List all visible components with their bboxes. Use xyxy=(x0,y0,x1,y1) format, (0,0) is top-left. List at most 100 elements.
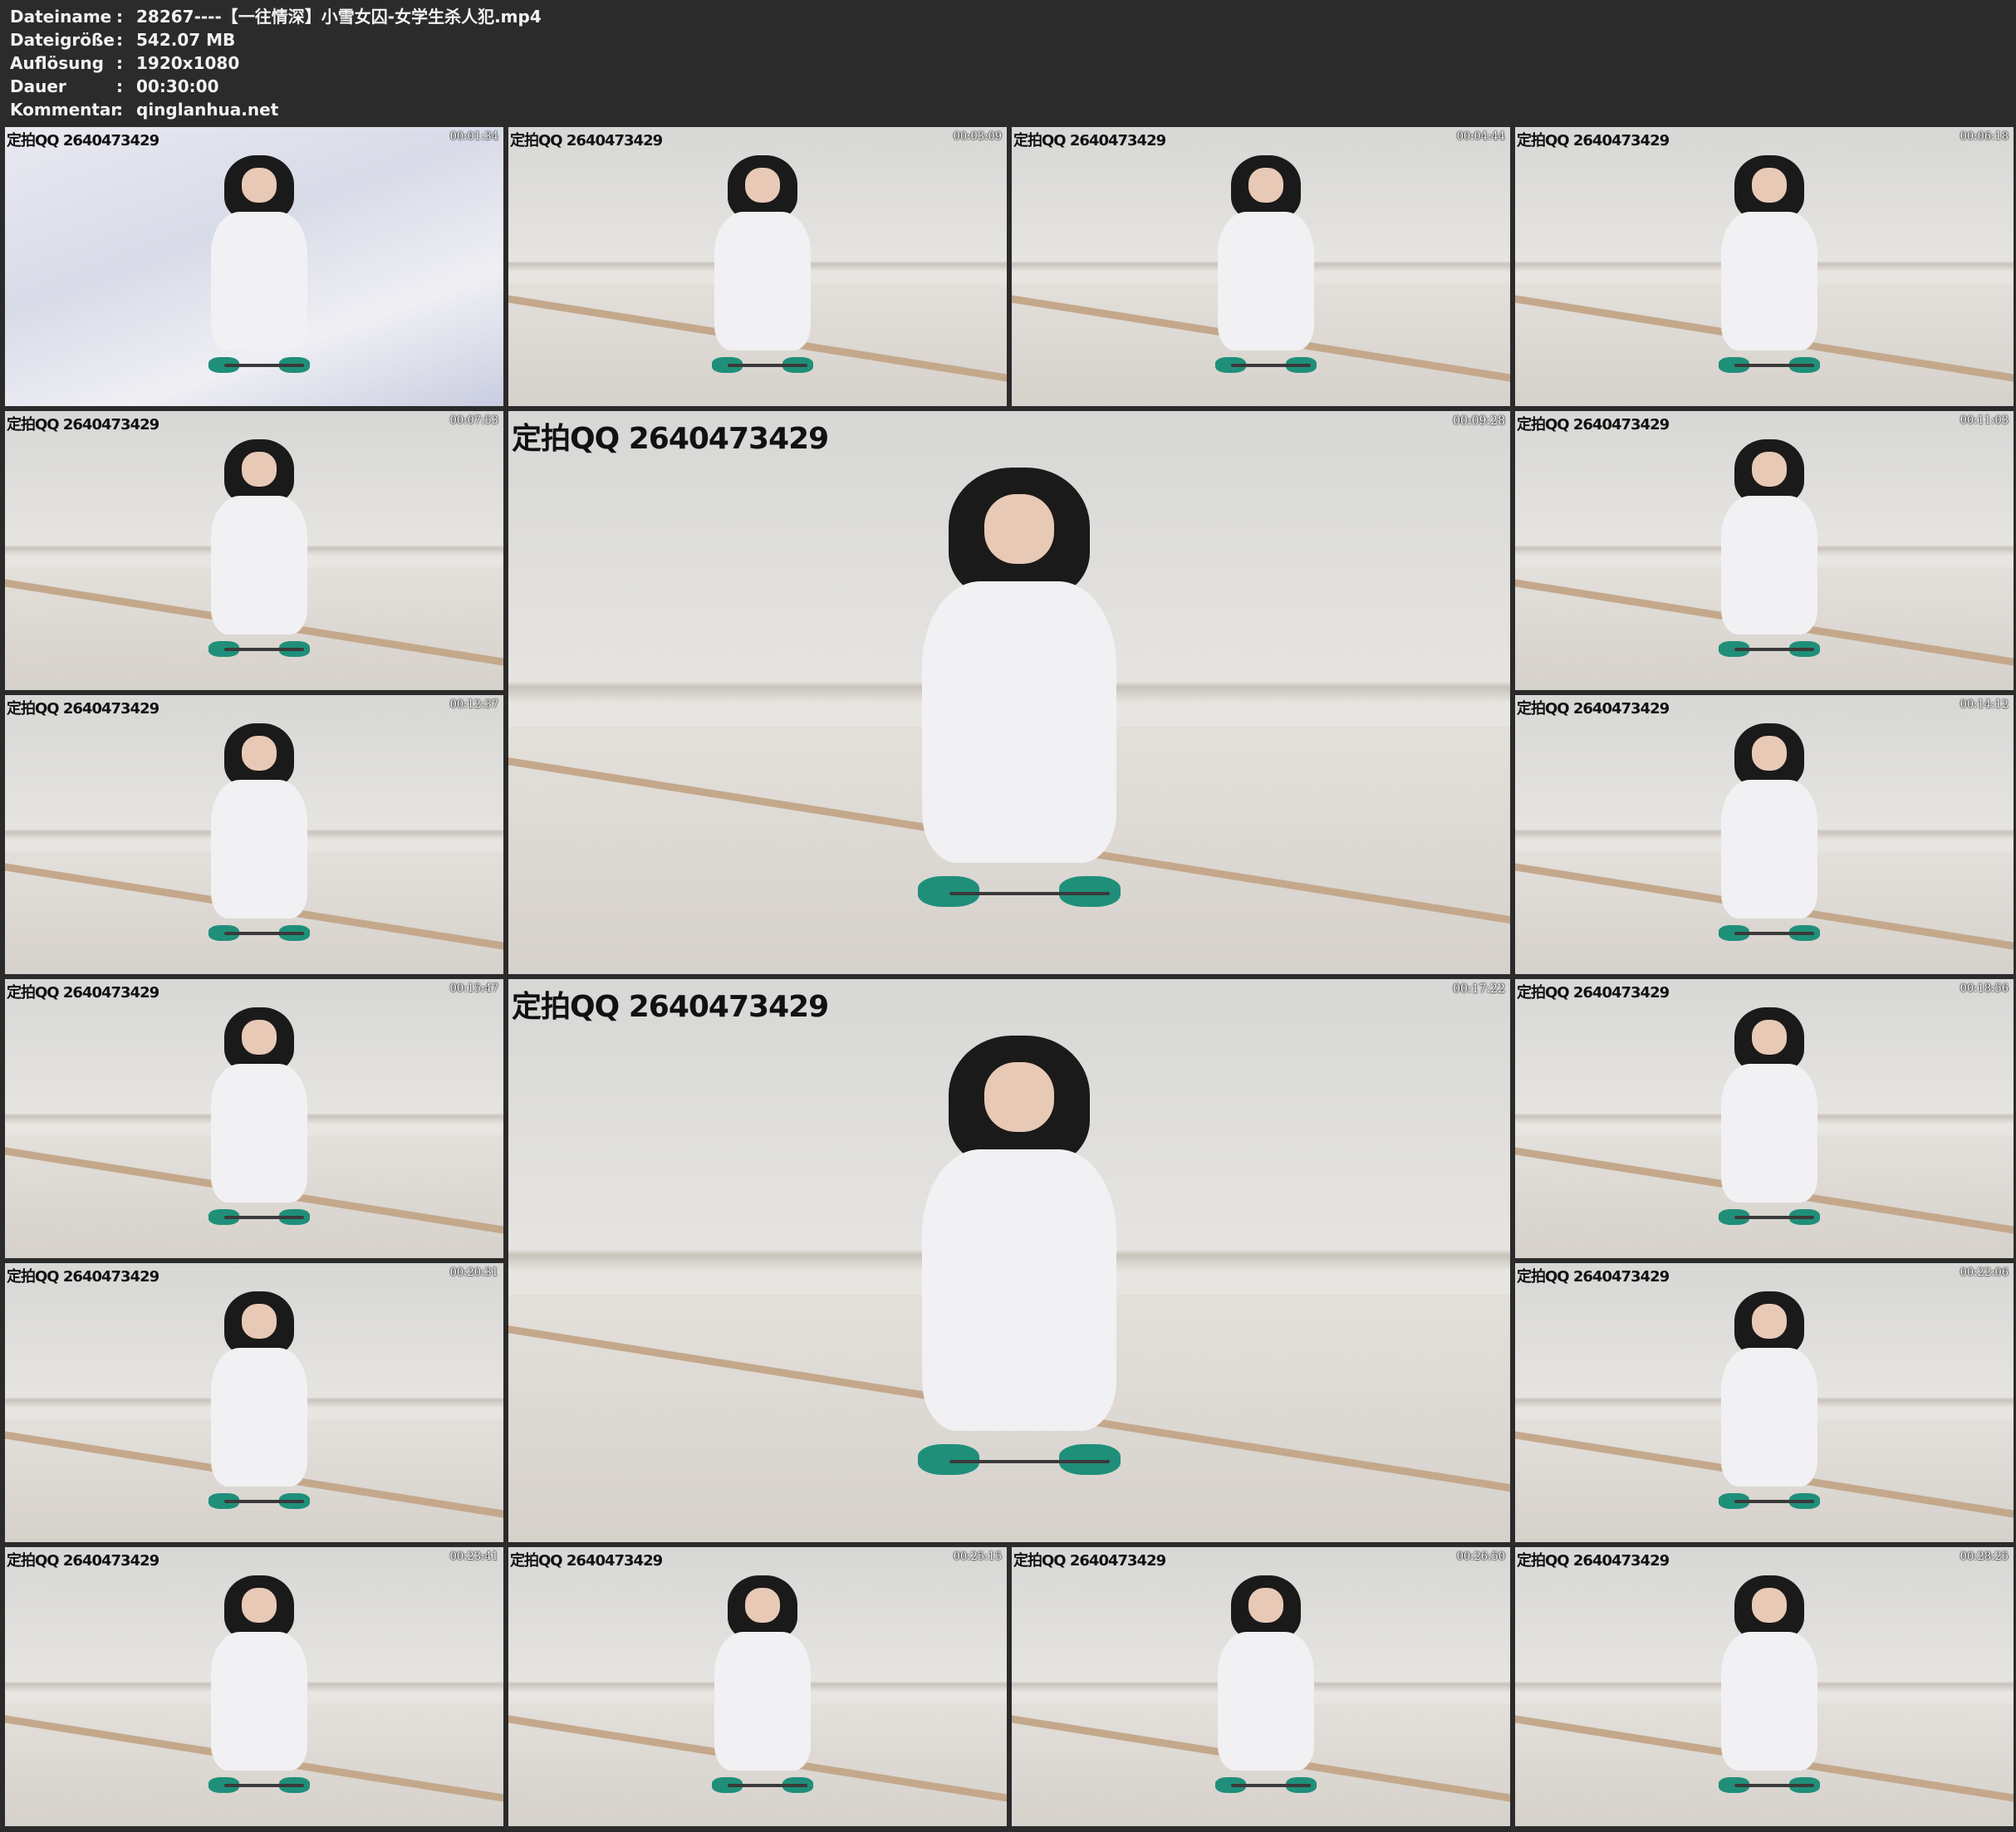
white-outfit xyxy=(922,581,1116,863)
face xyxy=(1751,1588,1788,1624)
person-figure xyxy=(1714,438,1824,657)
thumbnail-timestamp: 00:11:03 xyxy=(1960,414,2009,427)
thumbnail-timestamp: 00:23:41 xyxy=(449,1550,498,1563)
person-figure xyxy=(909,467,1129,907)
shackle-chain xyxy=(949,1460,1110,1464)
face xyxy=(1751,736,1788,771)
white-outfit xyxy=(210,779,308,919)
white-outfit xyxy=(1217,1631,1315,1771)
thumbnail-watermark: 定拍QQ 2640473429 xyxy=(1517,416,1670,434)
white-outfit xyxy=(1720,211,1818,351)
thumbnail-timestamp: 00:17:22 xyxy=(1453,982,1505,996)
shackle-chain xyxy=(1734,1215,1814,1219)
thumbnail-timestamp: 00:01:34 xyxy=(449,130,498,143)
white-outfit xyxy=(1720,1347,1818,1487)
thumbnail-grid: 定拍QQ 2640473429 00:01:34 定拍QQ 2640473429 00… xyxy=(0,0,2016,1832)
video-thumbnail[interactable]: 定拍QQ 2640473429 00:03:09 xyxy=(508,127,1007,406)
shackle-chain xyxy=(224,1783,304,1787)
shackle-chain xyxy=(949,892,1110,896)
thumbnail-watermark: 定拍QQ 2640473429 xyxy=(1517,132,1670,149)
face xyxy=(1751,1020,1788,1056)
shackle-chain xyxy=(224,1215,304,1219)
video-thumbnail[interactable]: 定拍QQ 2640473429 00:20:31 xyxy=(5,1263,503,1542)
person-figure xyxy=(204,1291,314,1509)
shackle-chain xyxy=(728,363,807,367)
thumbnail-watermark: 定拍QQ 2640473429 xyxy=(1517,1552,1670,1570)
thumbnail-timestamp: 00:07:53 xyxy=(449,414,498,427)
thumbnail-watermark: 定拍QQ 2640473429 xyxy=(7,700,159,718)
video-thumbnail[interactable]: 定拍QQ 2640473429 00:17:22 xyxy=(508,979,1510,1542)
thumbnail-watermark: 定拍QQ 2640473429 xyxy=(510,1552,663,1570)
thumbnail-watermark: 定拍QQ 2640473429 xyxy=(7,1552,159,1570)
video-thumbnail[interactable]: 定拍QQ 2640473429 00:07:53 xyxy=(5,411,503,690)
white-outfit xyxy=(1720,495,1818,635)
thumbnail-timestamp: 00:26:50 xyxy=(1456,1550,1505,1563)
thumbnail-watermark: 定拍QQ 2640473429 xyxy=(7,1268,159,1286)
person-figure xyxy=(204,1007,314,1225)
face xyxy=(241,736,277,771)
thumbnail-watermark: 定拍QQ 2640473429 xyxy=(510,132,663,149)
shackle-chain xyxy=(728,1783,807,1787)
face xyxy=(744,1588,781,1624)
video-thumbnail[interactable]: 定拍QQ 2640473429 00:12:37 xyxy=(5,695,503,974)
thumbnail-watermark: 定拍QQ 2640473429 xyxy=(7,416,159,434)
video-thumbnail[interactable]: 定拍QQ 2640473429 00:22:06 xyxy=(1515,1263,2014,1542)
person-figure xyxy=(708,1575,817,1793)
thumbnail-timestamp: 00:12:37 xyxy=(449,698,498,711)
video-thumbnail[interactable]: 定拍QQ 2640473429 00:01:34 xyxy=(5,127,503,406)
face xyxy=(241,168,277,203)
thumbnail-watermark: 定拍QQ 2640473429 xyxy=(7,132,159,149)
video-thumbnail[interactable]: 定拍QQ 2640473429 00:11:03 xyxy=(1515,411,2014,690)
video-thumbnail[interactable]: 定拍QQ 2640473429 00:14:12 xyxy=(1515,695,2014,974)
person-figure xyxy=(909,1035,1129,1475)
person-figure xyxy=(204,723,314,941)
face xyxy=(1248,1588,1284,1624)
person-figure xyxy=(708,154,817,373)
face xyxy=(1751,168,1788,203)
white-outfit xyxy=(210,1631,308,1771)
white-outfit xyxy=(714,211,812,351)
white-outfit xyxy=(1720,779,1818,919)
face xyxy=(241,1020,277,1056)
video-thumbnail[interactable]: 定拍QQ 2640473429 00:28:25 xyxy=(1515,1547,2014,1826)
video-thumbnail[interactable]: 定拍QQ 2640473429 00:26:50 xyxy=(1012,1547,1510,1826)
person-figure xyxy=(204,154,314,373)
thumbnail-timestamp: 00:03:09 xyxy=(953,130,1002,143)
shackle-chain xyxy=(1231,363,1311,367)
white-outfit xyxy=(210,1347,308,1487)
thumbnail-watermark: 定拍QQ 2640473429 xyxy=(1517,984,1670,1002)
person-figure xyxy=(1211,154,1321,373)
video-thumbnail[interactable]: 定拍QQ 2640473429 00:04:44 xyxy=(1012,127,1510,406)
white-outfit xyxy=(1720,1063,1818,1203)
video-thumbnail[interactable]: 定拍QQ 2640473429 00:15:47 xyxy=(5,979,503,1258)
person-figure xyxy=(1714,154,1824,373)
person-figure xyxy=(1714,1575,1824,1793)
person-figure xyxy=(1714,1007,1824,1225)
face xyxy=(744,168,781,203)
face xyxy=(241,1304,277,1340)
video-thumbnail[interactable]: 定拍QQ 2640473429 00:25:15 xyxy=(508,1547,1007,1826)
thumbnail-timestamp: 00:20:31 xyxy=(449,1266,498,1279)
face xyxy=(1248,168,1284,203)
person-figure xyxy=(1714,723,1824,941)
thumbnail-watermark: 定拍QQ 2640473429 xyxy=(512,990,829,1024)
person-figure xyxy=(1714,1291,1824,1509)
thumbnail-watermark: 定拍QQ 2640473429 xyxy=(1013,132,1166,149)
video-thumbnail[interactable]: 定拍QQ 2640473429 00:23:41 xyxy=(5,1547,503,1826)
person-figure xyxy=(204,1575,314,1793)
shackle-chain xyxy=(1734,363,1814,367)
face xyxy=(241,452,277,487)
video-thumbnail[interactable]: 定拍QQ 2640473429 00:06:18 xyxy=(1515,127,2014,406)
video-thumbnail[interactable]: 定拍QQ 2640473429 00:09:28 xyxy=(508,411,1510,974)
white-outfit xyxy=(1217,211,1315,351)
person-figure xyxy=(1211,1575,1321,1793)
person-figure xyxy=(204,438,314,657)
white-outfit xyxy=(922,1149,1116,1431)
thumbnail-timestamp: 00:25:15 xyxy=(953,1550,1002,1563)
video-thumbnail[interactable]: 定拍QQ 2640473429 00:18:56 xyxy=(1515,979,2014,1258)
shackle-chain xyxy=(1734,1499,1814,1503)
white-outfit xyxy=(1720,1631,1818,1771)
face xyxy=(1751,452,1788,487)
thumbnail-timestamp: 00:04:44 xyxy=(1456,130,1505,143)
face xyxy=(241,1588,277,1624)
